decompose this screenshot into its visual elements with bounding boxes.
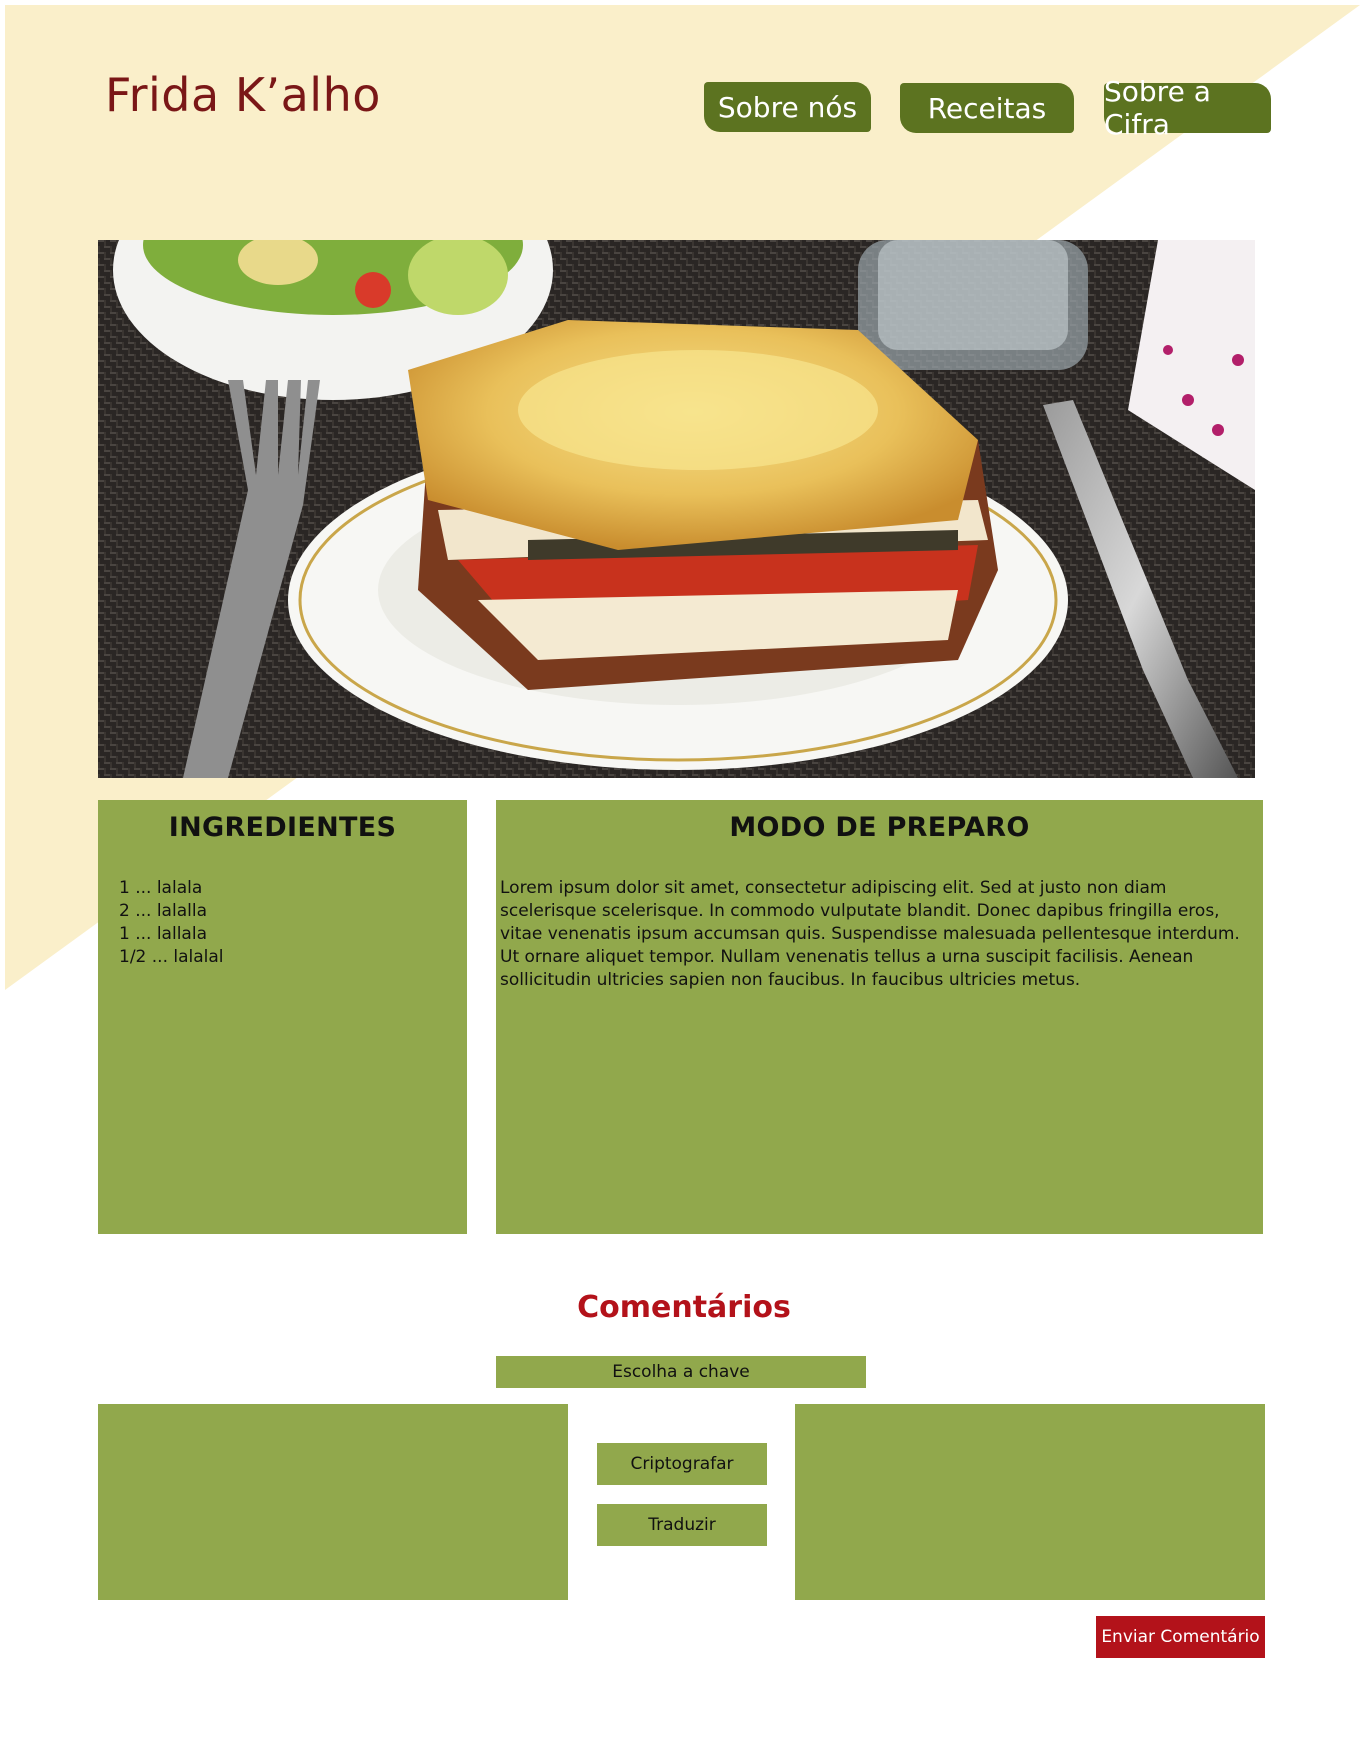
ingredient-item: 2 ... lalalla [119, 901, 207, 921]
translate-button[interactable]: Traduzir [597, 1504, 767, 1546]
nav-sobre-a-cifra-button[interactable]: Sobre a Cifra [1104, 75, 1271, 141]
comment-output-textarea[interactable] [795, 1404, 1265, 1600]
ingredients-title: INGREDIENTES [168, 812, 397, 843]
preparation-text: Lorem ipsum dolor sit amet, consectetur … [500, 878, 1240, 990]
hero-image [98, 240, 1255, 778]
ingredient-item: 1/2 ... lalalal [119, 947, 224, 967]
ingredients-list: 1 ... lalala 2 ... lalalla 1 ... lallala… [98, 877, 467, 969]
ingredient-item: 1 ... lallala [119, 924, 207, 944]
nav-sobre-nos-button[interactable]: Sobre nós [704, 82, 871, 132]
preparation-panel: MODO DE PREPARO Lorem ipsum dolor sit am… [496, 800, 1263, 1234]
send-comment-button[interactable]: Enviar Comentário [1096, 1616, 1265, 1658]
comment-input-textarea[interactable] [98, 1404, 568, 1600]
comments-title: Comentários [577, 1290, 791, 1325]
nav-receitas-button[interactable]: Receitas [900, 83, 1074, 133]
site-logo[interactable]: Frida K’alho [105, 68, 381, 122]
encrypt-button[interactable]: Criptografar [597, 1443, 767, 1485]
key-input[interactable] [496, 1356, 866, 1388]
ingredient-item: 1 ... lalala [119, 878, 203, 898]
ingredients-panel: INGREDIENTES 1 ... lalala 2 ... lalalla … [98, 800, 467, 1234]
preparation-title: MODO DE PREPARO [729, 812, 1030, 843]
